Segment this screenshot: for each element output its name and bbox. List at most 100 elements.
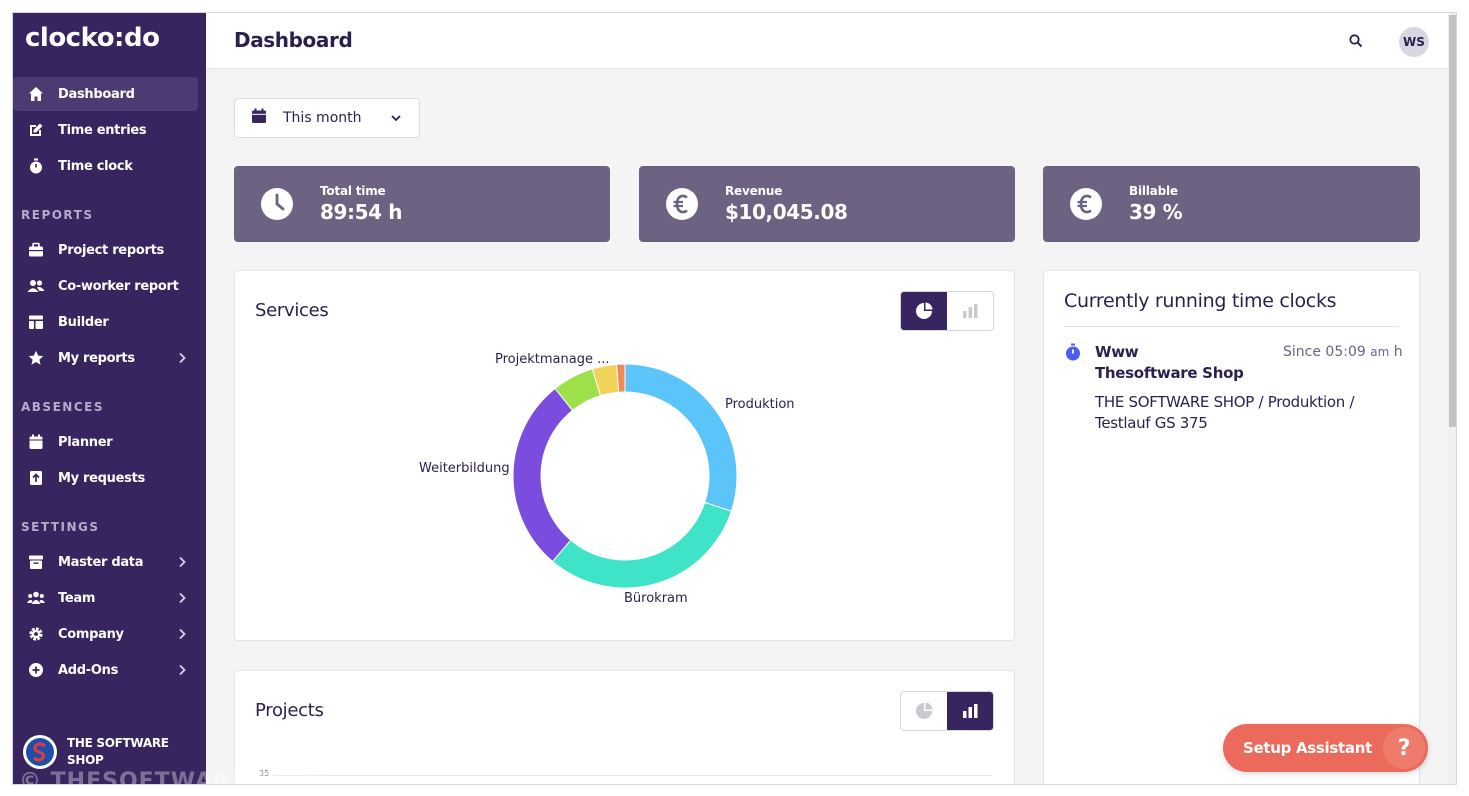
- sidebar-item-label: Time entries: [58, 122, 147, 138]
- donut-slice[interactable]: [512, 387, 574, 563]
- sidebar-item-label: Master data: [58, 554, 144, 570]
- archive-icon: [27, 553, 45, 571]
- clock-icon: [260, 187, 294, 221]
- stat-card-total-time: Total time 89:54 h: [234, 166, 610, 242]
- setup-assistant-label: Setup Assistant: [1243, 739, 1372, 757]
- setup-assistant-button[interactable]: Setup Assistant ?: [1223, 724, 1428, 772]
- section-title-settings: SETTINGS: [21, 520, 100, 534]
- projects-panel: Projects 35: [234, 670, 1015, 784]
- sidebar-item-label: Dashboard: [58, 86, 135, 102]
- layout-icon: [27, 313, 45, 331]
- sidebar-item-my-requests[interactable]: My requests: [13, 461, 198, 495]
- sidebar-item-builder[interactable]: Builder: [13, 305, 198, 339]
- stat-value: $10,045.08: [725, 200, 848, 224]
- sidebar-item-label: Builder: [58, 314, 109, 330]
- gridline: [273, 775, 991, 776]
- chevron-right-icon: [179, 556, 186, 568]
- top-header: Dashboard WS: [206, 13, 1448, 69]
- chevron-down-icon: [389, 111, 403, 129]
- page-title: Dashboard: [234, 28, 353, 52]
- donut-slice[interactable]: [551, 501, 732, 589]
- users-icon: [27, 277, 45, 295]
- sidebar-item-time-clock[interactable]: Time clock: [13, 149, 198, 183]
- app-logo[interactable]: clocko:do: [25, 23, 160, 53]
- home-icon: [27, 85, 45, 103]
- chevron-right-icon: [179, 352, 186, 364]
- bar-chart-icon: [963, 704, 978, 718]
- pie-chart-icon: [916, 702, 933, 719]
- sidebar-item-dashboard[interactable]: Dashboard: [13, 77, 198, 111]
- watermark: © THESOFTWARE.SHOP: [19, 769, 330, 785]
- bar-chart-toggle[interactable]: [947, 692, 993, 730]
- sidebar-item-company[interactable]: Company: [13, 617, 198, 651]
- stat-card-billable: Billable 39 %: [1043, 166, 1420, 242]
- stat-label: Revenue: [725, 184, 783, 198]
- chart-label-weiterbildung: Weiterbildung: [419, 461, 510, 476]
- projects-title: Projects: [255, 700, 324, 721]
- star-icon: [27, 349, 45, 367]
- gear-icon: [27, 625, 45, 643]
- company-switcher[interactable]: THE SOFTWARE SHOP: [23, 735, 177, 769]
- scrollbar-thumb[interactable]: [1449, 15, 1456, 427]
- since-ampm: am: [1370, 345, 1390, 359]
- since-unit: h: [1393, 344, 1403, 360]
- pie-chart-toggle[interactable]: [901, 692, 947, 730]
- stat-label: Total time: [320, 184, 386, 198]
- sidebar-item-label: Project reports: [58, 242, 164, 258]
- calendar-icon: [251, 108, 267, 128]
- running-clocks-title: Currently running time clocks: [1064, 290, 1337, 312]
- section-title-absences: ABSENCES: [21, 400, 104, 414]
- stat-label: Billable: [1129, 184, 1178, 198]
- running-clock-customer[interactable]: Www Thesoftware Shop: [1095, 342, 1245, 384]
- services-donut-chart: [512, 363, 738, 589]
- company-name: THE SOFTWARE SHOP: [67, 736, 169, 767]
- chart-label-projektmanage: Projektmanage ...: [495, 352, 610, 367]
- sidebar-item-my-reports[interactable]: My reports: [13, 341, 198, 375]
- euro-icon: [665, 187, 699, 221]
- request-icon: [27, 469, 45, 487]
- sidebar-item-label: Planner: [58, 434, 113, 450]
- chart-label-produktion: Produktion: [725, 397, 795, 412]
- sidebar-item-label: Co-worker report: [58, 278, 179, 294]
- plus-circle-icon: [27, 661, 45, 679]
- sidebar-item-label: Company: [58, 626, 124, 642]
- euro-icon: [1069, 187, 1103, 221]
- stopwatch-icon: [27, 157, 45, 175]
- period-dropdown[interactable]: This month: [234, 98, 420, 138]
- stat-value: 39 %: [1129, 200, 1183, 224]
- sidebar-item-label: Add-Ons: [58, 662, 119, 678]
- running-clock-path[interactable]: THE SOFTWARE SHOP / Produktion / Testlau…: [1095, 392, 1360, 434]
- sidebar-item-team[interactable]: Team: [13, 581, 198, 615]
- period-value: This month: [283, 110, 362, 126]
- since-time: Since 05:09: [1283, 344, 1366, 360]
- sidebar-item-add-ons[interactable]: Add-Ons: [13, 653, 198, 687]
- chevron-right-icon: [179, 628, 186, 640]
- calendar-icon: [27, 433, 45, 451]
- sidebar-item-planner[interactable]: Planner: [13, 425, 198, 459]
- chart-type-toggle: [900, 691, 994, 731]
- sidebar-item-label: My reports: [58, 350, 135, 366]
- search-icon[interactable]: [1346, 31, 1366, 51]
- sidebar: clocko:do Dashboard Time entries Time cl…: [13, 13, 206, 784]
- chart-label-buerokram: Bürokram: [624, 591, 688, 606]
- chevron-right-icon: [179, 664, 186, 676]
- sidebar-item-time-entries[interactable]: Time entries: [13, 113, 198, 147]
- sidebar-item-project-reports[interactable]: Project reports: [13, 233, 198, 267]
- section-title-reports: REPORTS: [21, 208, 94, 222]
- company-logo: [23, 735, 57, 769]
- services-panel: Services Projektmanage ... Produktion We…: [234, 270, 1015, 641]
- running-clocks-panel: Currently running time clocks Www Thesof…: [1043, 270, 1420, 784]
- donut-slice[interactable]: [624, 363, 738, 512]
- sidebar-item-master-data[interactable]: Master data: [13, 545, 198, 579]
- sidebar-item-co-worker-report[interactable]: Co-worker report: [13, 269, 198, 303]
- user-avatar[interactable]: WS: [1399, 27, 1429, 57]
- chevron-right-icon: [179, 592, 186, 604]
- team-icon: [27, 589, 45, 607]
- help-icon[interactable]: ?: [1383, 727, 1425, 769]
- running-clock-since: Since 05:09 am h: [1283, 344, 1403, 360]
- sidebar-item-label: Time clock: [58, 158, 133, 174]
- sidebar-item-label: Team: [58, 590, 96, 606]
- briefcase-icon: [27, 241, 45, 259]
- divider: [1064, 326, 1399, 327]
- page-scrollbar[interactable]: [1448, 13, 1456, 784]
